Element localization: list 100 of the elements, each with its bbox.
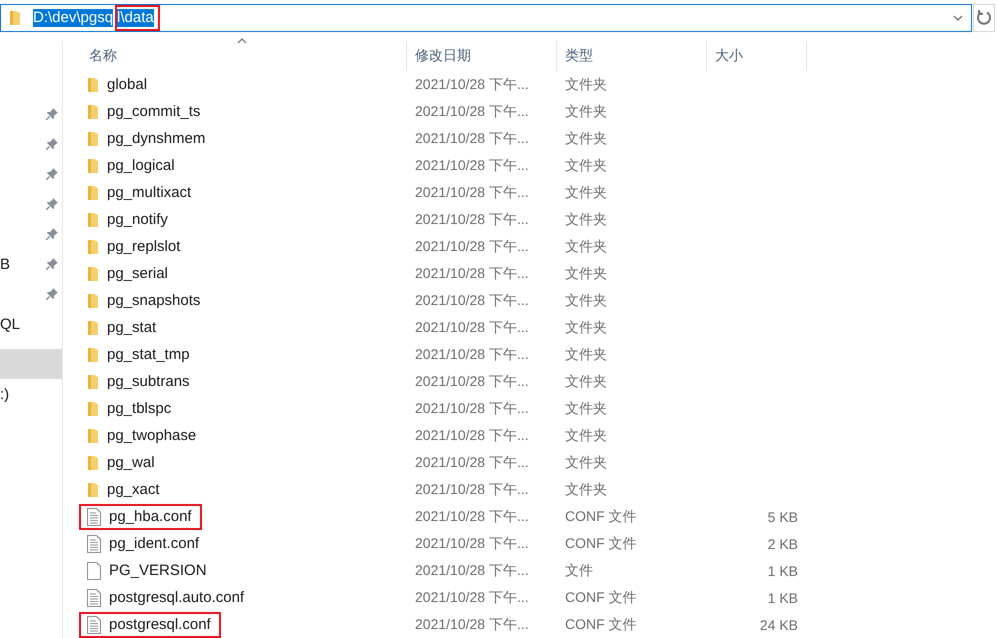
file-type: CONF 文件 [565,534,637,550]
column-header[interactable]: 名称 [81,41,407,71]
column-label: 类型 [565,47,593,65]
file-type: 文件夹 [565,130,607,146]
file-name: pg_subtrans [107,373,190,390]
file-type: 文件夹 [565,318,607,334]
file-type: 文件夹 [565,400,607,416]
file-name-cell[interactable]: pg_multixact [79,180,202,205]
file-name-cell[interactable]: pg_ident.conf [79,530,210,556]
file-type: 文件夹 [565,426,607,442]
refresh-button[interactable] [973,4,995,32]
file-type: 文件夹 [565,76,607,92]
folder-icon [87,320,99,336]
file-name: postgresql.auto.conf [109,589,244,606]
file-name-cell[interactable]: pg_replslot [79,234,190,259]
file-name: postgresql.conf [109,616,211,633]
folder-icon [87,266,99,282]
file-name: pg_ident.conf [109,535,200,552]
file-name-cell[interactable]: pg_logical [79,153,185,178]
folder-icon [87,292,99,308]
file-name-cell[interactable]: pg_subtrans [79,369,200,394]
file-type: 文件夹 [565,156,607,172]
modified-date: 2021/10/28 下午... [415,426,529,442]
column-label: 修改日期 [415,47,471,65]
file-name-cell[interactable]: postgresql.conf [79,612,221,638]
file-type: CONF 文件 [565,616,637,632]
text-file-icon [87,534,101,552]
modified-date: 2021/10/28 下午... [415,616,529,632]
modified-date: 2021/10/28 下午... [415,156,529,172]
address-field[interactable]: D:\dev\pgsq l\data [0,4,972,32]
folder-icon [87,400,99,416]
modified-date: 2021/10/28 下午... [415,130,529,146]
file-name: pg_multixact [107,184,192,201]
nav-item[interactable]: :) [0,379,62,409]
modified-date: 2021/10/28 下午... [415,480,529,496]
modified-date: 2021/10/28 下午... [415,562,529,578]
file-name-cell[interactable]: pg_tblspc [79,396,182,421]
file-name: pg_hba.conf [109,508,192,525]
modified-date: 2021/10/28 下午... [415,346,529,362]
file-type: 文件夹 [565,184,607,200]
folder-icon [87,130,99,146]
file-name: pg_xact [107,481,160,498]
folder-icon [87,158,99,174]
file-name: pg_wal [107,454,155,471]
file-type: 文件夹 [565,238,607,254]
modified-date: 2021/10/28 下午... [415,238,529,254]
modified-date: 2021/10/28 下午... [415,318,529,334]
file-name-cell[interactable]: pg_snapshots [79,288,210,313]
text-file-icon [87,508,101,526]
folder-icon [87,346,99,362]
folder-icon [87,104,99,120]
chevron-down-icon[interactable] [953,15,963,21]
file-name: PG_VERSION [109,562,207,579]
file-name-cell[interactable]: pg_serial [79,261,178,286]
modified-date: 2021/10/28 下午... [415,400,529,416]
nav-label: B [0,256,10,272]
refresh-icon [975,9,993,27]
column-header[interactable]: 类型 [557,41,707,71]
modified-date: 2021/10/28 下午... [415,588,529,604]
file-type: 文件夹 [565,480,607,496]
file-name-cell[interactable]: pg_notify [79,207,178,232]
modified-date: 2021/10/28 下午... [415,210,529,226]
column-header[interactable]: 修改日期 [407,41,557,71]
file-name-cell[interactable]: pg_xact [79,477,170,502]
column-header[interactable]: 大小 [707,41,807,71]
file-name: pg_notify [107,211,168,228]
file-name-cell[interactable]: pg_commit_ts [79,99,210,124]
file-icon [87,562,101,580]
nav-label: :) [0,386,10,402]
modified-date: 2021/10/28 下午... [415,76,529,92]
file-name-cell[interactable]: pg_stat_tmp [79,342,200,367]
modified-date: 2021/10/28 下午... [415,508,529,524]
file-type: CONF 文件 [565,588,637,604]
file-name: pg_tblspc [107,400,172,417]
file-size: 1 KB [768,590,798,606]
nav-item[interactable]: B [0,249,62,279]
file-name-cell[interactable]: postgresql.auto.conf [79,584,254,610]
file-type: 文件夹 [565,292,607,308]
file-name-cell[interactable]: global [79,72,158,97]
file-name: global [107,76,148,93]
file-name-cell[interactable]: pg_hba.conf [79,504,202,530]
file-name-cell[interactable]: pg_twophase [79,423,206,448]
modified-date: 2021/10/28 下午... [415,372,529,388]
file-type: 文件 [565,562,593,578]
nav-label: QL [0,316,20,332]
file-name-cell[interactable]: pg_stat [79,315,166,340]
nav-item[interactable]: QL [0,309,62,339]
file-name: pg_logical [107,157,175,174]
file-type: 文件夹 [565,454,607,470]
file-name-cell[interactable]: PG_VERSION [79,558,217,584]
folder-icon [87,374,99,390]
file-size: 5 KB [768,508,798,524]
file-size: 2 KB [768,536,798,552]
file-name-cell[interactable]: pg_dynshmem [79,126,216,151]
file-name: pg_commit_ts [107,103,200,120]
address-text: D:\dev\pgsq l\data [31,5,160,31]
file-name-cell[interactable]: pg_wal [79,450,165,475]
text-file-icon [87,588,101,606]
file-name: pg_dynshmem [107,130,206,147]
modified-date: 2021/10/28 下午... [415,102,529,118]
